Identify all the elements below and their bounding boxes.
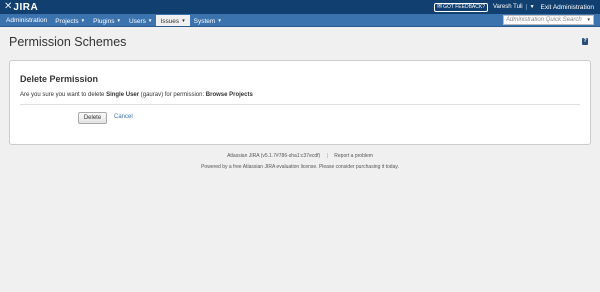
jira-logo[interactable]: ✕ JIRA: [4, 2, 38, 13]
page-title: Permission Schemes: [9, 35, 127, 49]
help-icon[interactable]: ?: [582, 38, 588, 45]
dialog-message: Are you sure you want to delete Single U…: [20, 92, 253, 98]
feedback-label: GOT FEEDBACK?: [443, 3, 485, 10]
nav-item-label: Administration: [6, 16, 48, 24]
admin-nav: Administration Projects ▼ Plugins ▼ Users ▼ Iss…: [0, 14, 600, 27]
entity-type: Single User: [106, 92, 140, 98]
quick-search-placeholder: Administration Quick Search: [506, 17, 582, 23]
feedback-button[interactable]: ✉ GOT FEEDBACK?: [434, 2, 488, 12]
quick-search-dropdown-icon[interactable]: ▼: [587, 16, 593, 24]
top-header: ✕ JIRA ✉ GOT FEEDBACK? Varesh Tuli ▼ Exi…: [0, 0, 600, 14]
message-prefix: Are you sure you want to delete: [20, 92, 105, 98]
dialog-title: Delete Permission: [20, 74, 99, 84]
user-menu-caret-icon[interactable]: ▼: [525, 4, 535, 10]
chevron-down-icon: ▼: [147, 17, 153, 23]
cancel-link[interactable]: Cancel: [114, 114, 133, 120]
nav-items: Administration Projects ▼ Plugins ▼ Users ▼ Iss…: [2, 14, 226, 27]
nav-item-label: Projects: [55, 17, 79, 25]
nav-item-administration[interactable]: Administration: [2, 14, 51, 27]
admin-quick-search-input[interactable]: Administration Quick Search ▼: [503, 15, 594, 25]
chevron-down-icon: ▼: [80, 17, 86, 23]
header-right: ✉ GOT FEEDBACK? Varesh Tuli ▼ Exit Admin…: [434, 2, 594, 12]
message-middle: for permission:: [164, 92, 205, 98]
logo-text: JIRA: [13, 1, 39, 13]
nav-item-projects[interactable]: Projects ▼: [51, 14, 89, 27]
nav-item-system[interactable]: System ▼: [190, 14, 226, 27]
nav-item-issues[interactable]: Issues ▼: [156, 14, 190, 26]
chevron-down-icon: ▼: [116, 17, 121, 23]
footer-license: Powered by a free Atlassian JIRA evaluat…: [201, 164, 399, 170]
nav-item-users[interactable]: Users ▼: [125, 14, 156, 27]
entity-value: (gaurav): [140, 92, 164, 98]
footer-separator: |: [326, 153, 328, 159]
footer-version: Atlassian JIRA (v5.1.7#786-sha1:c37ecdf)…: [0, 153, 600, 159]
user-menu[interactable]: Varesh Tuli: [493, 4, 523, 10]
atlassian-logo-icon: ✕: [4, 1, 13, 12]
delete-button[interactable]: Delete: [78, 112, 107, 124]
chevron-down-icon: ▼: [217, 17, 222, 23]
chevron-down-icon: ▼: [181, 17, 186, 23]
report-problem-link[interactable]: Report a problem: [334, 153, 373, 159]
permission-name: Browse Projects: [205, 92, 253, 98]
delete-permission-panel: Delete Permission Are you sure you want …: [9, 60, 591, 145]
version-text: Atlassian JIRA (v5.1.7#786-sha1:c37ecdf): [227, 153, 321, 159]
nav-item-label: Plugins: [93, 17, 115, 25]
nav-item-label: Issues: [160, 17, 180, 25]
nav-item-label: System: [193, 17, 216, 25]
nav-item-label: Users: [128, 17, 146, 25]
divider: [20, 104, 580, 105]
exit-administration-link[interactable]: Exit Administration: [541, 4, 594, 11]
nav-item-plugins[interactable]: Plugins ▼: [89, 14, 125, 27]
speech-bubble-icon: ✉: [437, 3, 443, 10]
